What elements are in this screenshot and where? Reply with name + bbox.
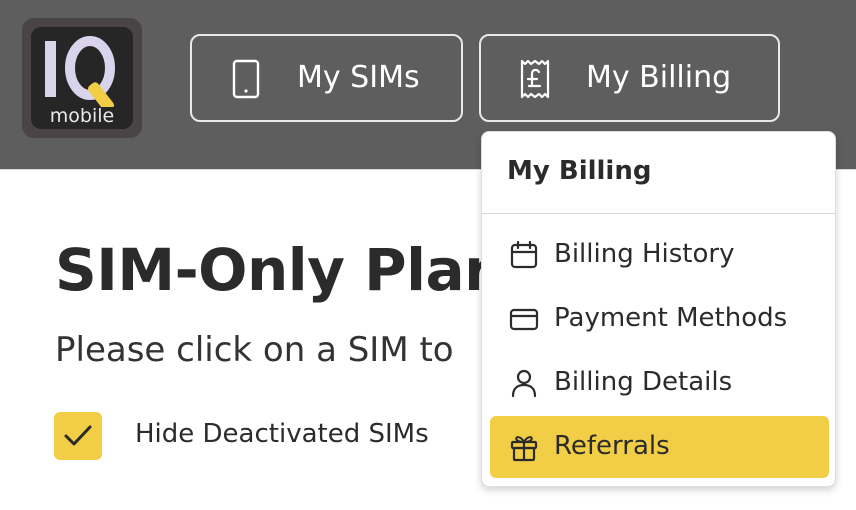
calendar-icon: [510, 240, 538, 269]
menu-item-billing-details[interactable]: Billing Details: [490, 352, 829, 414]
menu-item-label: Referrals: [554, 431, 670, 461]
credit-card-icon: [509, 308, 539, 331]
my-billing-label: My Billing: [586, 60, 732, 95]
my-sims-label: My SIMs: [297, 60, 420, 95]
dropdown-header-title: My Billing: [507, 156, 652, 186]
menu-item-label: Billing Details: [554, 367, 733, 397]
hide-deactivated-checkbox[interactable]: [54, 412, 102, 460]
phone-icon: [232, 59, 260, 99]
dropdown-header: My Billing: [482, 132, 835, 214]
receipt-pound-icon: [520, 59, 550, 99]
menu-item-referrals[interactable]: Referrals: [490, 416, 829, 478]
page-title: SIM-Only Plar: [55, 236, 493, 304]
logo-iq-mark: [45, 36, 115, 107]
menu-item-label: Payment Methods: [554, 303, 788, 333]
logo-wordmark: mobile: [49, 105, 115, 127]
menu-item-payment-methods[interactable]: Payment Methods: [490, 288, 829, 350]
menu-item-label: Billing History: [554, 239, 735, 269]
logo-badge: mobile: [31, 27, 133, 129]
gift-icon: [510, 436, 538, 462]
hide-deactivated-label[interactable]: Hide Deactivated SIMs: [135, 419, 429, 449]
checkmark-icon: [64, 425, 92, 446]
page-subtitle: Please click on a SIM to: [55, 330, 454, 370]
my-sims-button[interactable]: My SIMs: [190, 34, 463, 122]
menu-item-billing-history[interactable]: Billing History: [490, 224, 829, 286]
iq-mobile-logo[interactable]: mobile: [22, 18, 142, 138]
billing-dropdown-menu: My Billing Billing History Payment Metho…: [481, 131, 836, 487]
my-billing-button[interactable]: My Billing: [479, 34, 780, 122]
user-icon: [511, 369, 537, 398]
